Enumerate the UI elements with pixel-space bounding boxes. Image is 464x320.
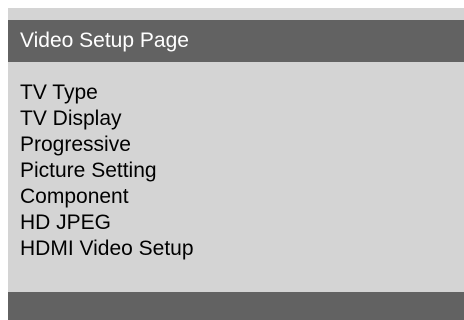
video-setup-screen: Video Setup Page TV Type TV Display Prog… [8, 8, 464, 320]
setup-menu: TV Type TV Display Progressive Picture S… [20, 80, 194, 262]
menu-item-picture-setting[interactable]: Picture Setting [20, 158, 194, 184]
menu-item-hd-jpeg[interactable]: HD JPEG [20, 210, 194, 236]
footer-bar [8, 292, 464, 320]
menu-item-progressive[interactable]: Progressive [20, 132, 194, 158]
page-title: Video Setup Page [20, 29, 189, 52]
header-bar: Video Setup Page [8, 20, 464, 62]
menu-item-hdmi-video-setup[interactable]: HDMI Video Setup [20, 236, 194, 262]
menu-item-tv-type[interactable]: TV Type [20, 80, 194, 106]
menu-item-tv-display[interactable]: TV Display [20, 106, 194, 132]
menu-item-component[interactable]: Component [20, 184, 194, 210]
